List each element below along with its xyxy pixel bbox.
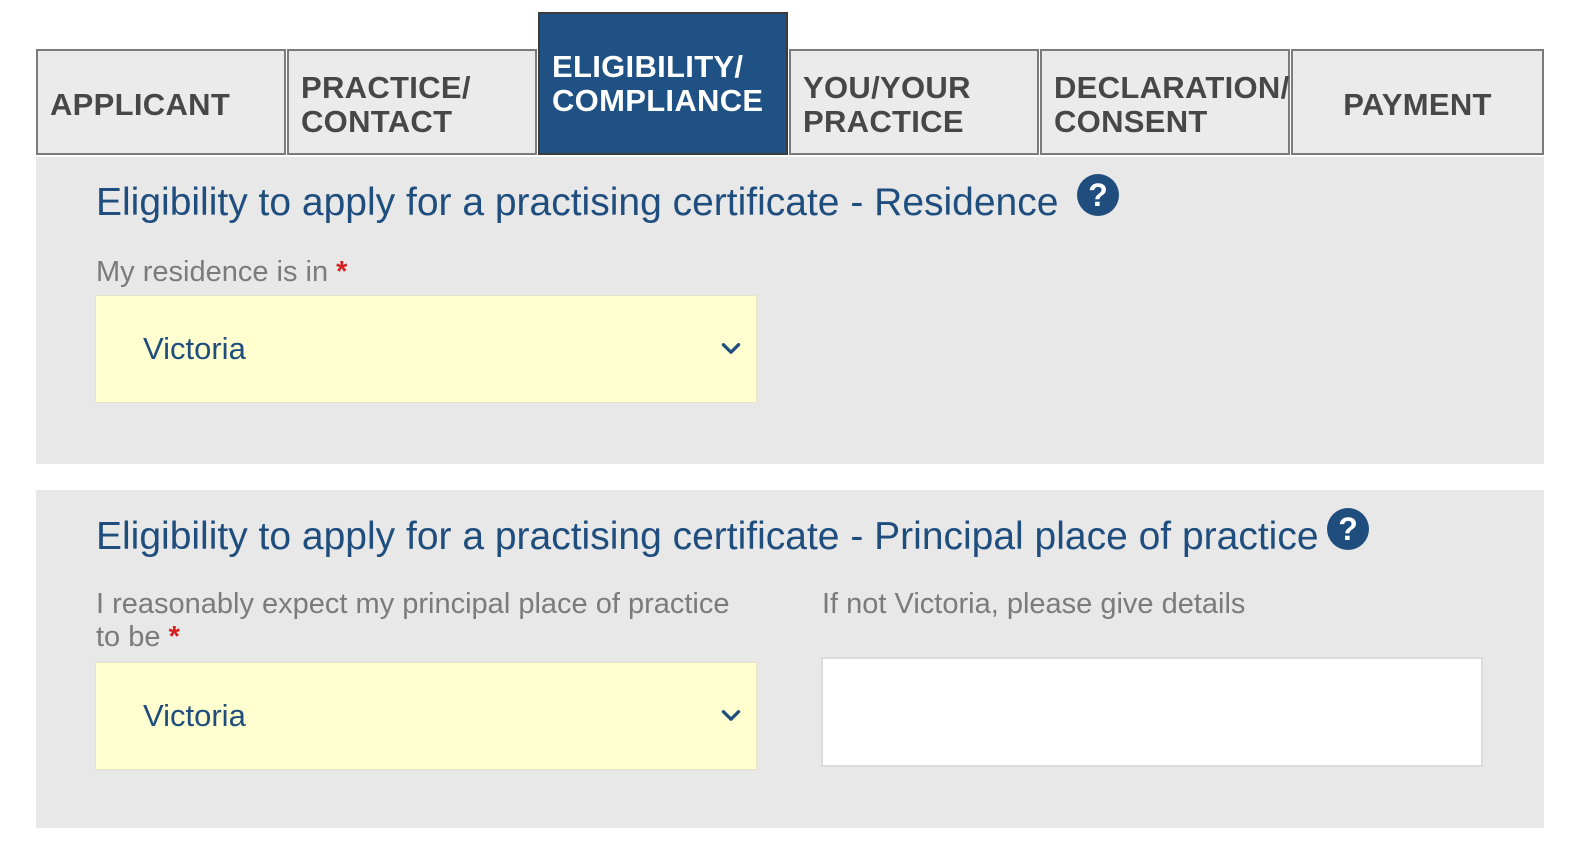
tab-applicant[interactable]: APPLICANT [36, 49, 286, 155]
tab-label: PRACTICE/ CONTACT [301, 70, 471, 139]
tab-label: DECLARATION/ CONSENT [1054, 70, 1290, 139]
selected-value: Victoria [143, 331, 246, 366]
tab-payment[interactable]: PAYMENT [1291, 49, 1544, 155]
label-text: My residence is in [96, 256, 329, 288]
question-circle-icon[interactable]: ? [1327, 508, 1369, 550]
residence-label: My residence is in * [96, 256, 347, 289]
label-line-2: to be [96, 621, 161, 653]
details-input[interactable] [821, 657, 1483, 767]
principal-place-label: I reasonably expect my principal place o… [96, 588, 776, 654]
required-marker: * [168, 621, 180, 653]
principal-place-section: Eligibility to apply for a practising ce… [36, 490, 1544, 828]
residence-section: Eligibility to apply for a practising ce… [36, 157, 1544, 464]
tab-practice-contact[interactable]: PRACTICE/ CONTACT [287, 49, 537, 155]
chevron-down-icon [721, 710, 741, 721]
tab-eligibility-compliance[interactable]: ELIGIBILITY/ COMPLIANCE [538, 12, 788, 155]
tab-label: YOU/YOUR PRACTICE [803, 70, 971, 139]
tab-label: PAYMENT [1343, 87, 1492, 122]
required-marker: * [336, 256, 348, 288]
residence-select[interactable]: Victoria [95, 295, 757, 403]
tab-label: ELIGIBILITY/ COMPLIANCE [552, 49, 764, 118]
question-circle-icon[interactable]: ? [1077, 174, 1119, 216]
chevron-down-icon [721, 343, 741, 354]
selected-value: Victoria [143, 698, 246, 733]
label-line-1: I reasonably expect my principal place o… [96, 588, 730, 620]
section-title: Eligibility to apply for a practising ce… [96, 515, 1319, 558]
tab-declaration-consent[interactable]: DECLARATION/ CONSENT [1040, 49, 1290, 155]
principal-place-select[interactable]: Victoria [95, 662, 757, 770]
label-line-2-wrap: to be * [96, 621, 776, 654]
step-tabs: APPLICANT PRACTICE/ CONTACT ELIGIBILITY/… [36, 12, 1544, 157]
tab-label: APPLICANT [50, 87, 231, 122]
section-title: Eligibility to apply for a practising ce… [96, 181, 1059, 224]
tab-you-your-practice[interactable]: YOU/YOUR PRACTICE [789, 49, 1039, 155]
details-label: If not Victoria, please give details [822, 588, 1246, 620]
